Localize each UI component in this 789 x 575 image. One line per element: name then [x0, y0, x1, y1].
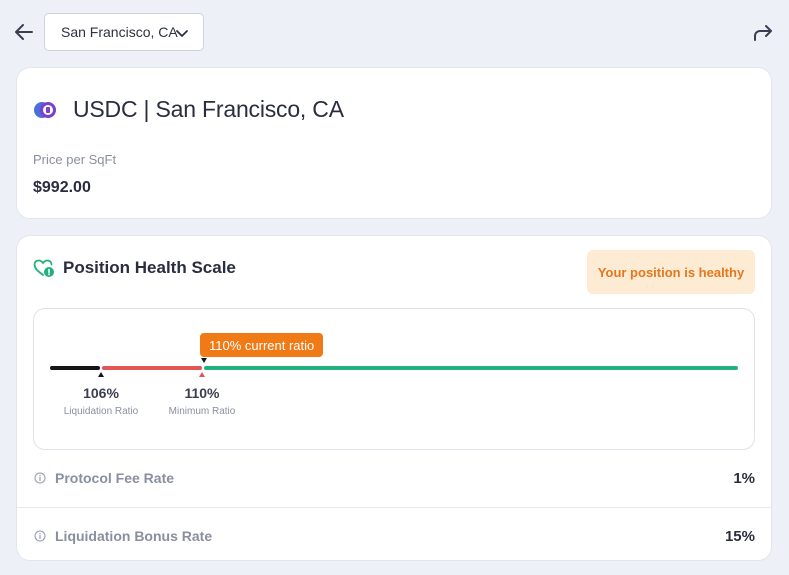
liquidation-bonus-label: Liquidation Bonus Rate: [55, 528, 213, 544]
minimum-ratio-label: Minimum Ratio: [168, 406, 236, 417]
protocol-fee-value: 1%: [733, 470, 755, 487]
danger-segment: [102, 366, 202, 370]
price-per-sqft-value: $992.00: [33, 179, 91, 196]
minimum-ratio-pointer: [199, 372, 205, 377]
minimum-ratio-value: 110%: [184, 385, 220, 401]
health-header: Position Health Scale: [33, 258, 236, 278]
location-select[interactable]: San Francisco, CA: [44, 13, 204, 51]
info-icon[interactable]: [34, 530, 46, 542]
liquidation-bonus-value: 15%: [724, 528, 755, 545]
liquidation-ratio-pointer: [98, 372, 104, 377]
protocol-fee-label: Protocol Fee Rate: [55, 470, 175, 486]
price-per-sqft-label: Price per SqFt: [33, 152, 117, 167]
healthy-segment: [204, 366, 738, 370]
asset-title: USDC | San Francisco, CA: [73, 96, 344, 122]
info-icon[interactable]: [34, 472, 46, 484]
current-ratio-pill: 110% current ratio: [200, 333, 324, 357]
protocol-fee-row: Protocol Fee Rate 1%: [17, 450, 771, 506]
liquidation-ratio-value: 106%: [83, 385, 119, 401]
liquidation-ratio-label: Liquidation Ratio: [63, 406, 139, 417]
health-title: Position Health Scale: [63, 258, 236, 277]
current-ratio-pointer: [201, 358, 207, 363]
asset-header: USDC | San Francisco, CA: [33, 96, 344, 123]
asset-card: USDC | San Francisco, CA Price per SqFt …: [16, 67, 772, 219]
usdc-token-icon: [34, 101, 56, 118]
location-select-value: San Francisco, CA: [61, 24, 178, 40]
heart-check-icon: [33, 259, 54, 277]
share-forward-icon[interactable]: [751, 21, 775, 45]
top-bar: San Francisco, CA: [0, 0, 789, 64]
arrow-left-icon[interactable]: [12, 20, 36, 44]
liquidation-bonus-row: Liquidation Bonus Rate 15%: [17, 507, 771, 563]
liquidation-segment: [50, 366, 100, 370]
status-badge: Your position is healthy: [587, 250, 755, 294]
health-scale: 110% current ratio 106% Liquidation Rati…: [33, 308, 755, 450]
health-card: Position Health Scale Your position is h…: [16, 235, 772, 561]
chevron-down-icon: [176, 30, 188, 37]
